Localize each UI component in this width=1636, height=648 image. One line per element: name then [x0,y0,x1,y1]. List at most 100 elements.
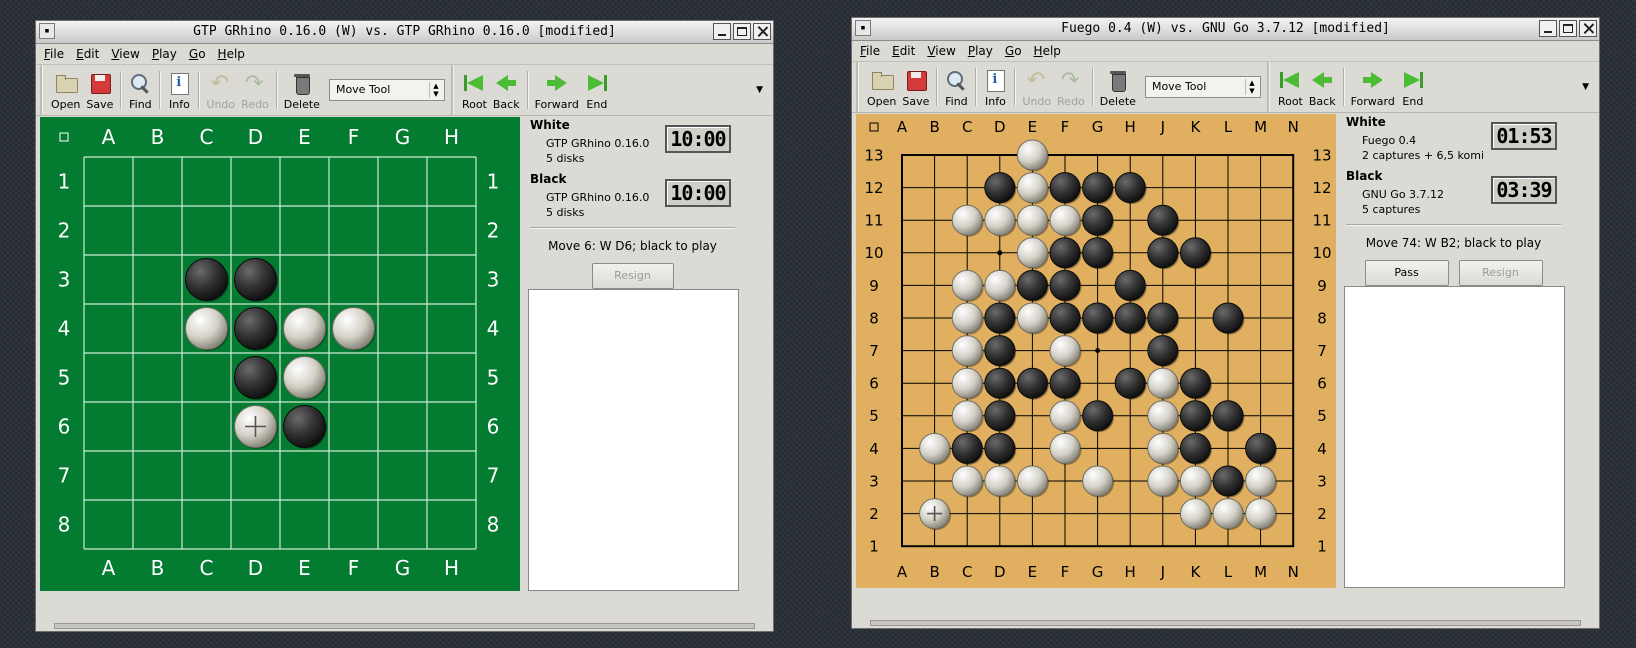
title-bar[interactable]: ▪ GTP GRhino 0.16.0 (W) vs. GTP GRhino 0… [36,21,773,44]
row-label-right: 1 [1317,538,1327,556]
spin-arrows-icon: ▲ ▼ [1244,79,1258,95]
game-info-panel: White Fuego 0.4 2 captures + 6,5 komi 01… [1342,114,1565,588]
white-stone [1179,498,1211,530]
undo-icon [209,71,233,96]
forward-button[interactable]: Forward [1348,62,1398,112]
redo-icon [1059,68,1083,93]
black-stone [1114,269,1146,301]
menu-file[interactable]: File [856,44,888,58]
find-button[interactable]: Find [941,62,971,112]
menu-play[interactable]: Play [148,47,185,61]
black-stone [1147,237,1179,269]
forward-button[interactable]: Forward [532,65,582,115]
black-stone [984,335,1016,367]
row-label-right: 12 [1312,179,1331,197]
close-icon[interactable] [753,23,771,40]
tool-select[interactable]: Move Tool ▲ ▼ [328,79,445,101]
menu-help[interactable]: Help [214,47,253,61]
column-label-top: H [444,125,459,149]
maximize-icon[interactable] [733,23,751,40]
resign-button[interactable]: Resign [591,263,674,289]
white-stone [1016,204,1048,236]
minimize-icon[interactable] [713,23,731,40]
row-label-left: 5 [869,407,879,425]
othello-board[interactable]: A A B B C C D D E E F F G G H H 1 1 2 2 3 3 4 4 5 5 6 6 7 7 8 8 [40,117,520,591]
find-button[interactable]: Find [125,65,155,115]
menu-help[interactable]: Help [1030,44,1069,58]
back-button[interactable]: Back [490,65,523,115]
black-stone [283,405,326,448]
row-label-right: 6 [1317,375,1327,393]
toolbar-overflow-icon[interactable]: ▼ [1582,82,1589,92]
maximize-icon[interactable] [1559,20,1577,37]
info-button[interactable]: Info [164,65,194,115]
horizontal-scrollbar[interactable] [870,620,1581,626]
comment-text-area[interactable] [1344,286,1565,588]
black-stone [1147,302,1179,334]
row-label-right: 4 [1317,440,1327,458]
column-label-bottom: F [348,556,360,580]
row-label-left: 6 [58,415,71,439]
column-label-bottom: E [1028,563,1037,581]
redo-button[interactable]: Redo [1054,62,1088,112]
undo-button[interactable]: Undo [203,65,238,115]
black-stone [1212,302,1244,334]
black-stone [984,400,1016,432]
menu-play[interactable]: Play [964,44,1001,58]
white-stone [951,400,983,432]
open-button[interactable]: Open [864,62,899,112]
save-button[interactable]: Save [899,62,932,112]
delete-button[interactable]: Delete [1097,62,1139,112]
end-button[interactable]: End [582,65,612,115]
white-stone [951,302,983,334]
black-stone [1082,237,1114,269]
row-label-right: 7 [1317,342,1327,360]
black-stone [1147,335,1179,367]
title-bar[interactable]: ▪ Fuego 0.4 (W) vs. GNU Go 3.7.12 [modif… [852,18,1599,41]
save-button[interactable]: Save [83,65,116,115]
white-stone [1049,204,1081,236]
menu-go[interactable]: Go [185,47,214,61]
comment-text-area[interactable] [528,289,739,591]
row-label-left: 6 [869,375,879,393]
menu-bar: File Edit View Play Go Help [852,41,1599,62]
menu-go[interactable]: Go [1001,44,1030,58]
delete-button[interactable]: Delete [281,65,323,115]
close-icon[interactable] [1579,20,1597,37]
menu-edit[interactable]: Edit [72,47,107,61]
black-stone [1082,172,1114,204]
black-stone [1049,237,1081,269]
window-title: Fuego 0.4 (W) vs. GNU Go 3.7.12 [modifie… [1061,21,1390,36]
back-button[interactable]: Back [1306,62,1339,112]
root-button[interactable]: Root [459,65,490,115]
minimize-icon[interactable] [1539,20,1557,37]
pass-button[interactable]: Pass [1364,260,1449,286]
black-stone [1082,400,1114,432]
open-button[interactable]: Open [48,65,83,115]
column-label-top: E [1028,118,1037,136]
root-button[interactable]: Root [1275,62,1306,112]
black-stone [1049,269,1081,301]
undo-button[interactable]: Undo [1019,62,1054,112]
toolbar-overflow-icon[interactable]: ▼ [756,85,763,95]
go-board[interactable]: AABBCCDDEEFFGGHHJJKKLLMMNN13 1312 1211 1110… [856,114,1336,588]
end-button[interactable]: End [1398,62,1428,112]
black-player-stat: 5 disks [546,206,585,219]
horizontal-scrollbar[interactable] [54,623,755,629]
menu-view[interactable]: View [107,47,147,61]
black-stone [1114,172,1146,204]
tool-select[interactable]: Move Tool ▲ ▼ [1144,76,1261,98]
info-button[interactable]: Info [980,62,1010,112]
menu-file[interactable]: File [40,47,72,61]
menu-view[interactable]: View [923,44,963,58]
redo-button[interactable]: Redo [238,65,272,115]
menu-edit[interactable]: Edit [888,44,923,58]
info-icon [167,71,191,95]
column-label-bottom: F [1061,563,1070,581]
magnifier-icon [128,71,152,95]
resign-button[interactable]: Resign [1458,260,1543,286]
row-label-left: 10 [864,244,883,262]
column-label-top: C [962,118,972,136]
fuego-window: ▪ Fuego 0.4 (W) vs. GNU Go 3.7.12 [modif… [851,17,1600,629]
save-icon [88,71,112,95]
